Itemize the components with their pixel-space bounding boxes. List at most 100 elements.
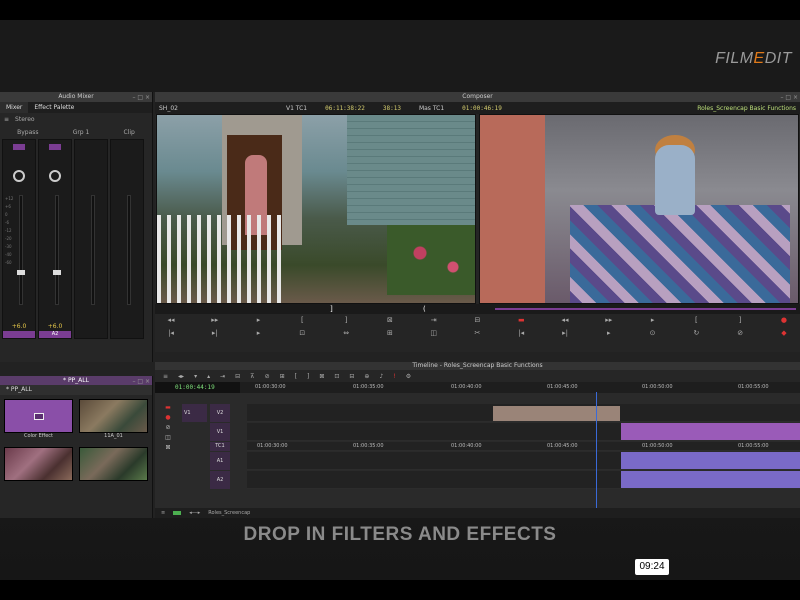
step-back-icon[interactable]: ◂◂ <box>165 316 177 325</box>
source-track-selector[interactable]: V1 <box>182 404 207 422</box>
mark-in-button[interactable]: [ <box>690 316 702 325</box>
clip-thumbnail <box>79 447 148 481</box>
volume-fader[interactable] <box>53 270 61 275</box>
render-icon[interactable]: ◆ <box>778 329 790 338</box>
loop-icon[interactable]: ↻ <box>690 329 702 338</box>
record-monitor[interactable] <box>479 114 799 304</box>
menu-icon[interactable]: ≡ <box>161 510 165 516</box>
step-back-icon[interactable]: ◂◂ <box>559 316 571 325</box>
record-track-selector[interactable]: V1 <box>210 423 230 441</box>
splice-icon[interactable]: ⇥ <box>428 316 440 325</box>
source-track-label[interactable]: V1 TC1 <box>286 105 307 112</box>
strip-select-button[interactable] <box>13 144 25 150</box>
zoom-out-icon[interactable]: ◂▸ <box>178 373 184 380</box>
play-icon[interactable]: ▸ <box>253 316 265 325</box>
audio-clip[interactable] <box>621 471 800 488</box>
strip-select-button[interactable] <box>49 144 61 150</box>
overwrite-icon[interactable]: ⊟ <box>471 316 483 325</box>
go-to-out-icon[interactable]: ▸| <box>559 329 571 338</box>
tab-mixer[interactable]: Mixer <box>0 102 29 113</box>
window-controls[interactable]: – □ × <box>132 93 150 103</box>
play-in-out-icon[interactable]: ▸ <box>253 329 265 338</box>
go-to-out-icon[interactable]: ▸| <box>209 329 221 338</box>
master-track-label[interactable]: Mas TC1 <box>419 105 444 112</box>
zoom-slider[interactable]: ◂──▸ <box>189 510 200 516</box>
add-edit-icon[interactable]: ⊟ <box>349 373 354 380</box>
track-lane[interactable] <box>247 404 800 422</box>
overwrite-icon[interactable]: ⊟ <box>235 373 240 380</box>
mixer-menu-icon[interactable]: ≡ <box>4 116 9 123</box>
mark-in-button[interactable]: [ <box>295 373 297 380</box>
window-controls[interactable]: – □ × <box>132 377 150 386</box>
bin-item-color-effect[interactable]: Color Effect <box>4 399 73 441</box>
effect-mode-icon[interactable]: ⊙ <box>647 329 659 338</box>
pan-knob[interactable] <box>13 170 25 182</box>
source-monitor[interactable] <box>156 114 476 304</box>
extract-icon[interactable]: ⊠ <box>319 373 324 380</box>
trim-icon[interactable]: ⇔ <box>340 329 352 338</box>
step-forward-icon[interactable]: ▸▸ <box>603 316 615 325</box>
record-position-bar[interactable] <box>495 308 796 310</box>
pan-knob[interactable] <box>49 170 61 182</box>
track-lane[interactable] <box>247 423 800 441</box>
group-select[interactable]: Grp 1 <box>73 129 90 136</box>
timeline-ruler[interactable]: 01:00:44:19 01:00:30:00 01:00:35:00 01:0… <box>155 382 800 393</box>
timeline-clip[interactable] <box>621 423 800 440</box>
play-in-out-icon[interactable]: ▸ <box>603 329 615 338</box>
step-forward-icon[interactable]: ▸▸ <box>209 316 221 325</box>
settings-icon[interactable]: ⚙ <box>406 373 411 380</box>
record-track-selector[interactable]: V2 <box>210 404 230 422</box>
clip-select[interactable]: Clip <box>124 129 135 136</box>
tab-effect-palette[interactable]: Effect Palette <box>28 102 80 113</box>
alert-icon[interactable]: ! <box>393 373 395 380</box>
sequence-dropdown[interactable]: Roles_Screencap <box>208 510 250 516</box>
trim-icon[interactable]: ⊘ <box>265 373 270 380</box>
splice-icon[interactable]: ⇥ <box>220 373 225 380</box>
mark-out-button[interactable]: ] <box>734 316 746 325</box>
track-lane[interactable] <box>247 452 800 470</box>
sequence-name[interactable]: Roles_Screencap Basic Functions <box>697 105 796 112</box>
clear-marks-icon[interactable]: ⊠ <box>384 316 396 325</box>
bypass-button[interactable]: Bypass <box>17 129 38 136</box>
volume-fader[interactable] <box>17 270 25 275</box>
segment-mode-icon[interactable]: ⊞ <box>280 373 285 380</box>
go-to-in-icon[interactable]: |◂ <box>165 329 177 338</box>
timeline-panel: Timeline - Roles_Screencap Basic Functio… <box>155 362 800 518</box>
stop-icon[interactable]: ⊘ <box>734 329 746 338</box>
add-edit-icon[interactable]: ✂ <box>471 329 483 338</box>
mixer-mode-select[interactable]: Stereo <box>15 116 35 123</box>
sync-lock-icon[interactable]: ⊕ <box>364 373 369 380</box>
mark-in-button[interactable]: [ <box>296 316 308 325</box>
menu-icon[interactable]: ≡ <box>163 373 168 380</box>
track-lane[interactable] <box>247 471 800 489</box>
mixer-tabs: Mixer Effect Palette <box>0 102 152 113</box>
match-frame-icon[interactable]: ⊡ <box>296 329 308 338</box>
source-clip-name[interactable]: SH_02 <box>159 105 178 112</box>
mark-out-button[interactable]: ] <box>307 373 309 380</box>
window-controls[interactable]: – □ × <box>780 93 798 103</box>
lift-icon[interactable]: ⊼ <box>250 373 254 380</box>
snap-icon[interactable]: ⊡ <box>334 373 339 380</box>
position-bar[interactable]: ] ( <box>155 304 800 314</box>
timeline-clip[interactable] <box>493 406 620 421</box>
record-track-selector[interactable]: A1 <box>210 452 230 470</box>
bin-item-clip[interactable] <box>4 447 73 489</box>
lift-icon[interactable]: ▬ <box>515 316 527 325</box>
record-icon[interactable]: ● <box>778 316 790 325</box>
record-track-selector[interactable]: TC1 <box>210 442 230 451</box>
clip-thumbnail <box>79 399 148 433</box>
up-arrow-icon[interactable]: ▴ <box>207 373 210 380</box>
audio-icon[interactable]: ♪ <box>379 373 383 380</box>
record-track-selector[interactable]: A2 <box>210 471 230 489</box>
bin-tab[interactable]: * PP_ALL <box>0 385 152 395</box>
bin-item-clip[interactable]: 11A_01 <box>79 399 148 441</box>
audio-clip[interactable] <box>621 452 800 469</box>
playhead[interactable] <box>596 392 597 510</box>
dropdown-icon[interactable]: ▾ <box>194 373 197 380</box>
bin-item-clip[interactable] <box>79 447 148 489</box>
play-icon[interactable]: ▸ <box>647 316 659 325</box>
go-to-in-icon[interactable]: |◂ <box>515 329 527 338</box>
mark-out-button[interactable]: ] <box>340 316 352 325</box>
extract-icon[interactable]: ⊞ <box>384 329 396 338</box>
toggle-source-icon[interactable]: ◫ <box>428 329 440 338</box>
